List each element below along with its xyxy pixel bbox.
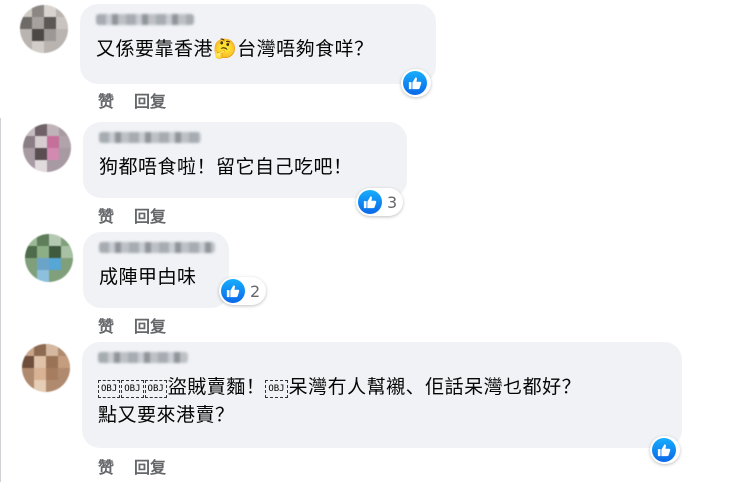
comment-bubble: 狗都唔食啦！留它自己吃吧！	[83, 122, 407, 198]
reply-link[interactable]: 回复	[134, 92, 166, 111]
reply-link[interactable]: 回复	[134, 317, 166, 336]
author-name-blurred[interactable]	[99, 242, 215, 253]
comment-bubble: 成陣甲甴味	[83, 232, 229, 308]
avatar[interactable]	[22, 344, 70, 392]
comment-text: OBJ OBJ OBJ 盜賊賣麵！ OBJ 呆灣冇人幫襯、佢話呆灣乜都好？ 點又要來港賣？	[98, 373, 668, 429]
comment-text: 狗都唔食啦！留它自己吃吧！	[99, 156, 353, 178]
comment-text-part: 盜賊賣麵！	[167, 376, 266, 398]
reply-link[interactable]: 回复	[134, 458, 166, 477]
reaction-count: 2	[250, 281, 261, 301]
author-name-blurred[interactable]	[96, 14, 194, 25]
comment-text-part: 呆灣冇人幫襯、佢話呆灣乜都好？	[288, 376, 582, 398]
avatar[interactable]	[25, 234, 73, 282]
author-name-blurred[interactable]	[98, 352, 188, 363]
reaction-badge[interactable]: 2	[219, 277, 267, 305]
thumbs-up-icon	[358, 190, 382, 214]
comment-bubble: OBJ OBJ OBJ 盜賊賣麵！ OBJ 呆灣冇人幫襯、佢話呆灣乜都好？ 點又要來港賣？	[82, 342, 682, 448]
unrendered-glyph: OBJ	[121, 380, 144, 398]
like-link[interactable]: 赞	[98, 92, 114, 111]
avatar[interactable]	[20, 5, 68, 53]
comment-text-line2: 點又要來港賣？	[98, 404, 235, 426]
reaction-badge[interactable]: 3	[356, 188, 404, 216]
reaction-badge[interactable]	[401, 69, 431, 97]
comment-bubble: 又係要靠香港🤔台灣唔夠食咩？	[80, 4, 436, 84]
comment-text: 成陣甲甴味	[99, 266, 197, 288]
thumbs-up-icon	[403, 71, 427, 95]
thumbs-up-icon	[652, 438, 676, 462]
unrendered-glyph: OBJ	[144, 380, 167, 398]
unrendered-glyph: OBJ	[265, 380, 288, 398]
reply-thread-line	[0, 118, 1, 482]
reaction-count: 3	[387, 192, 398, 212]
like-link[interactable]: 赞	[98, 458, 114, 477]
comment-actions: 赞 回复	[98, 88, 186, 112]
comment-text: 又係要靠香港🤔台灣唔夠食咩？	[96, 38, 374, 60]
reply-link[interactable]: 回复	[134, 207, 166, 226]
like-link[interactable]: 赞	[98, 317, 114, 336]
reaction-badge[interactable]	[650, 436, 680, 464]
avatar[interactable]	[23, 124, 71, 172]
comment-actions: 赞 回复	[98, 203, 186, 227]
unrendered-glyph: OBJ	[98, 380, 121, 398]
like-link[interactable]: 赞	[98, 207, 114, 226]
author-name-blurred[interactable]	[99, 132, 201, 143]
comment-actions: 赞 回复	[98, 313, 186, 337]
comment-actions: 赞 回复	[98, 454, 186, 478]
thumbs-up-icon	[221, 279, 245, 303]
